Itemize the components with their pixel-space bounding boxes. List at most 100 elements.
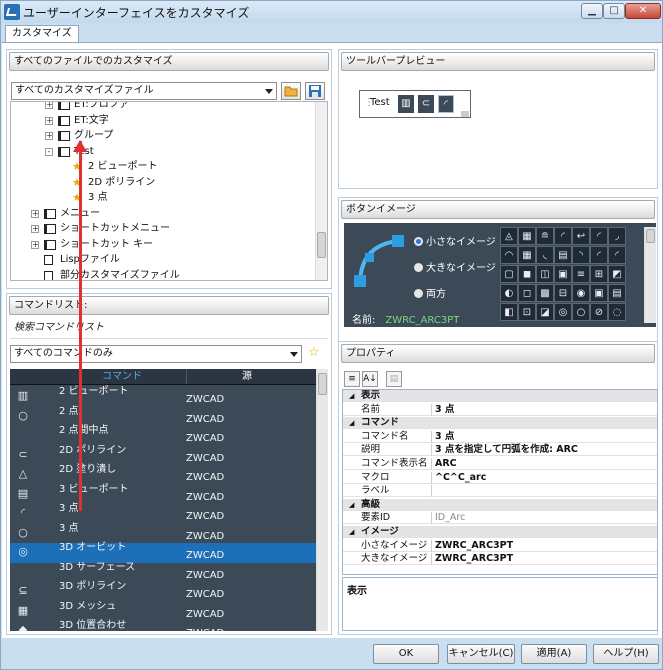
tree-node[interactable]: + グループ xyxy=(11,129,311,144)
collapse-icon[interactable]: - xyxy=(45,147,53,156)
expand-icon[interactable]: + xyxy=(31,209,39,218)
button-image-cell[interactable]: ◐ xyxy=(500,284,518,302)
customization-tree[interactable]: + ET:プロファ + ET:文字 + グループ - Test ★ 2 ビューポート ★ 2D ポリラ… xyxy=(10,101,328,281)
property-category[interactable]: ◢ 高級 xyxy=(343,498,657,511)
expand-icon[interactable]: + xyxy=(31,240,39,249)
save-file-button[interactable] xyxy=(305,82,325,100)
button-image-cell[interactable]: ◞ xyxy=(608,227,626,245)
cancel-button[interactable]: キャンセル(C) xyxy=(447,644,515,664)
tree-node[interactable]: + ET:プロファ xyxy=(11,102,311,113)
button-image-cell[interactable]: ▤ xyxy=(554,246,572,264)
minimize-button[interactable]: ▁ xyxy=(581,3,603,19)
command-row[interactable]: 3D サーフェース ZWCAD xyxy=(10,562,316,583)
command-row[interactable]: ○ 3 点 ZWCAD xyxy=(10,523,316,544)
button-image-cell[interactable]: ▦ xyxy=(518,246,536,264)
expand-icon[interactable]: + xyxy=(45,102,53,109)
button-image-cell[interactable]: ◎ xyxy=(554,303,572,321)
button-image-cell[interactable]: ⊞ xyxy=(590,265,608,283)
button-image-cell[interactable]: ≘ xyxy=(536,227,554,245)
categorized-icon[interactable]: ≡ xyxy=(344,371,360,387)
command-row[interactable]: 2 点間中点 ZWCAD xyxy=(10,425,316,446)
maximize-button[interactable]: □ xyxy=(603,3,625,19)
button-image-cell[interactable]: ◬ xyxy=(500,227,518,245)
button-image-cell[interactable]: ↩ xyxy=(572,227,590,245)
property-value[interactable]: ^C^C_arc xyxy=(435,472,486,484)
command-table[interactable]: コマンド 源 ▥ 2 ビューポート ZWCAD ○ 2 点 ZWCAD 2 点間中点 ZWCA… xyxy=(10,369,328,631)
apply-button[interactable]: 適用(A) xyxy=(521,644,587,664)
radio-both[interactable]: 両方 xyxy=(414,289,446,301)
expand-icon[interactable]: + xyxy=(45,116,53,125)
property-row[interactable]: マクロ ^C^C_arc xyxy=(343,471,657,484)
radio-large-image[interactable]: 大きなイメージ xyxy=(414,263,496,275)
image-grid-scroll-thumb[interactable] xyxy=(646,229,655,243)
open-file-button[interactable] xyxy=(281,82,301,100)
tree-node[interactable]: + ET:文字 xyxy=(11,114,311,129)
collapse-triangle-icon[interactable]: ◢ xyxy=(349,417,354,429)
button-image-cell[interactable]: ▦ xyxy=(518,227,536,245)
tree-node[interactable]: 部分カスタマイズファイル xyxy=(11,269,311,280)
tree-node[interactable]: - Test xyxy=(11,145,311,160)
property-row[interactable]: 小さなイメージ ZWRC_ARC3PT xyxy=(343,539,657,552)
property-category[interactable]: ◢ コマンド xyxy=(343,417,657,430)
tree-node[interactable]: ★ 2D ポリライン xyxy=(11,176,311,191)
command-search-input[interactable]: 検索コマンドリスト xyxy=(10,317,328,339)
button-image-cell[interactable]: ◪ xyxy=(536,303,554,321)
collapse-triangle-icon[interactable]: ◢ xyxy=(349,390,354,402)
property-value[interactable]: ZWRC_ARC3PT xyxy=(435,553,513,565)
command-row[interactable]: ◜ 3 点 ZWCAD xyxy=(10,503,316,524)
property-row[interactable]: 要素ID ID_Arc xyxy=(343,512,657,525)
button-image-cell[interactable]: ◝ xyxy=(572,246,590,264)
command-row[interactable]: ⊆ 3D ポリライン ZWCAD xyxy=(10,581,316,602)
property-pages-icon[interactable]: ▤ xyxy=(386,371,402,387)
help-button[interactable]: ヘルプ(H) xyxy=(593,644,659,664)
button-image-cell[interactable]: ▢ xyxy=(500,265,518,283)
collapse-triangle-icon[interactable]: ◢ xyxy=(349,526,354,538)
button-image-cell[interactable]: ◉ xyxy=(572,284,590,302)
button-image-cell[interactable]: ◩ xyxy=(608,265,626,283)
property-value[interactable]: 3 点 xyxy=(435,404,454,416)
button-image-cell[interactable]: ≡ xyxy=(572,265,590,283)
command-row[interactable]: ◎ 3D オービット ZWCAD xyxy=(10,542,316,563)
property-category[interactable]: ◢ 表示 xyxy=(343,390,657,402)
button-image-cell[interactable]: ⊡ xyxy=(518,303,536,321)
button-image-cell[interactable]: ◟ xyxy=(536,246,554,264)
property-value[interactable]: ZWRC_ARC3PT xyxy=(435,540,513,552)
button-image-cell[interactable]: ▩ xyxy=(536,284,554,302)
image-grid-scrollbar[interactable] xyxy=(644,227,656,323)
radio-small-image[interactable]: 小さなイメージ xyxy=(414,237,496,249)
polyline-icon[interactable]: ⊂ xyxy=(418,95,434,113)
expand-icon[interactable]: + xyxy=(45,132,53,140)
tree-node[interactable]: + ショートカットメニュー xyxy=(11,222,311,237)
button-image-cell[interactable]: ◧ xyxy=(500,303,518,321)
tree-node[interactable]: ★ 2 ビューポート xyxy=(11,160,311,175)
arc-icon[interactable]: ◜ xyxy=(438,95,454,113)
tree-node[interactable]: + ショートカット キー xyxy=(11,238,311,253)
command-row[interactable]: ⊂ 2D ポリライン ZWCAD xyxy=(10,445,316,466)
property-row[interactable]: 名前 3 点 xyxy=(343,403,657,416)
command-row[interactable]: ▥ 2 ビューポート ZWCAD xyxy=(10,386,316,407)
property-category[interactable]: ◢ イメージ xyxy=(343,526,657,538)
property-row[interactable]: コマンド表示名 ARC xyxy=(343,458,657,470)
tree-scroll-thumb[interactable] xyxy=(317,232,326,258)
tab-customize[interactable]: カスタマイズ xyxy=(5,25,79,42)
button-image-cell[interactable]: ◫ xyxy=(536,265,554,283)
viewport-icon[interactable]: ▥ xyxy=(398,95,414,113)
button-image-cell[interactable]: ⊘ xyxy=(590,303,608,321)
button-image-cell[interactable]: ▤ xyxy=(608,284,626,302)
file-combo[interactable]: すべてのカスタマイズファイル xyxy=(11,82,277,100)
button-image-grid[interactable]: ◬ ▦ ≘ ◜ ↩ ◜ ◞ ◠ ▦ ◟ ▤ ◝ ◜ ◜ ▢ ◼ ◫ ▣ ≡ ⊞ ◩ ◐ ◻ ▩ ⊟ ◉ ▣ ▤ ◧ ⊡ ◪ ◎ ○ ⊘ ◌ xyxy=(500,227,630,323)
command-row[interactable]: ○ 2 点 ZWCAD xyxy=(10,406,316,427)
command-scroll-thumb[interactable] xyxy=(318,373,327,395)
button-image-cell[interactable]: ○ xyxy=(572,303,590,321)
button-image-cell[interactable]: ◜ xyxy=(608,246,626,264)
tree-scrollbar[interactable] xyxy=(315,102,327,280)
property-grid[interactable]: ◢ 表示 名前 3 点 ◢ コマンド コマンド名 3 点説明 3 点を指定して円弧を作成: AR… xyxy=(342,389,658,575)
button-image-cell[interactable]: ▣ xyxy=(554,265,572,283)
property-value[interactable]: 3 点を指定して円弧を作成: ARC xyxy=(435,444,578,456)
button-image-cell[interactable]: ⊟ xyxy=(554,284,572,302)
button-image-cell[interactable]: ▣ xyxy=(590,284,608,302)
tree-node[interactable]: ★ 3 点 xyxy=(11,191,311,206)
property-value[interactable]: ARC xyxy=(435,458,457,470)
expand-icon[interactable]: + xyxy=(31,225,39,233)
command-filter-combo[interactable]: すべてのコマンドのみ xyxy=(10,345,302,363)
